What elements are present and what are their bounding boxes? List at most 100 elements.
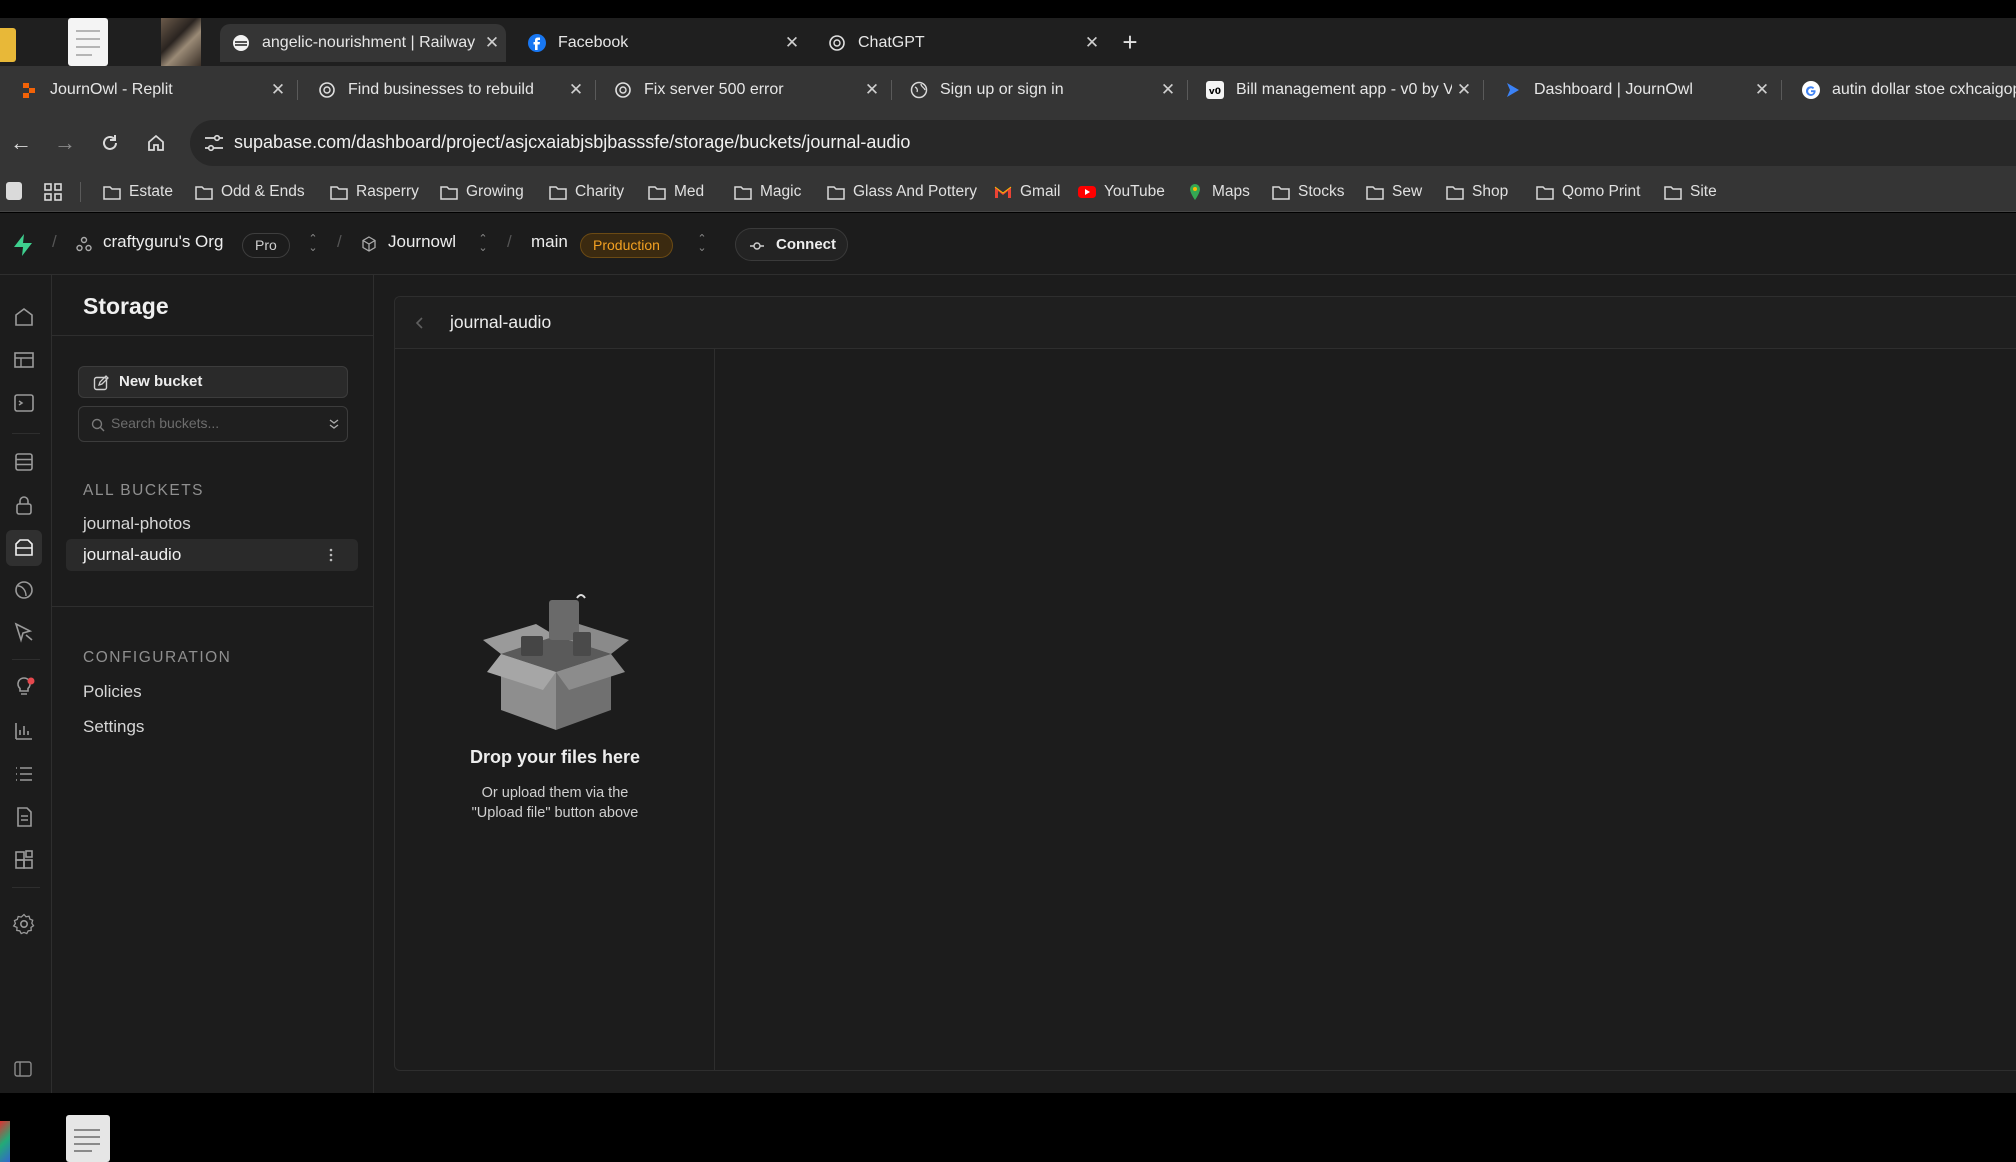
search-buckets-input[interactable]	[111, 415, 311, 431]
site-settings-icon[interactable]	[204, 134, 224, 152]
advisors-icon[interactable]	[12, 675, 36, 699]
settings-gear-icon[interactable]	[12, 912, 36, 936]
edit-icon	[93, 375, 109, 391]
project-box-icon	[362, 236, 376, 252]
bookmark-youtube[interactable]: YouTube	[1078, 180, 1165, 204]
plug-icon	[750, 242, 764, 250]
taskbar-document-icon[interactable]	[66, 1115, 110, 1162]
table-editor-icon[interactable]	[12, 348, 36, 372]
tab-group-row: JournOwl - Replit ✕ Find businesses to r…	[0, 66, 2016, 114]
bookmark-charity[interactable]: Charity	[549, 180, 624, 204]
google-icon	[1802, 81, 1820, 99]
lock-icon[interactable]	[12, 493, 36, 517]
bookmark-estate[interactable]: Estate	[103, 180, 173, 204]
realtime-icon[interactable]	[12, 578, 36, 602]
org-name[interactable]: craftyguru's Org	[103, 232, 223, 252]
document-thumbnail-icon[interactable]	[68, 18, 108, 66]
bookmark-med[interactable]: Med	[648, 180, 704, 204]
branch-switcher-chevron-icon[interactable]: ⌃ ⌄	[696, 234, 708, 254]
new-tab-button[interactable]: +	[1114, 26, 1146, 58]
tab-title: ChatGPT	[858, 34, 925, 51]
close-tab-icon[interactable]: ✕	[1452, 80, 1476, 100]
bookmark-sew[interactable]: Sew	[1366, 180, 1422, 204]
close-tab-icon[interactable]: ✕	[478, 33, 506, 53]
new-bucket-button[interactable]: New bucket	[78, 366, 348, 398]
back-chevron-icon[interactable]	[415, 316, 425, 330]
tab-facebook[interactable]: Facebook ✕	[516, 24, 806, 62]
api-docs-icon[interactable]	[12, 805, 36, 829]
bookmark-label: Med	[674, 183, 705, 200]
apps-grid-icon[interactable]	[44, 183, 62, 201]
file-column[interactable]: Drop your files here Or upload them via …	[395, 349, 715, 1071]
bookmark-qomo-print[interactable]: Qomo Print	[1536, 180, 1640, 204]
database-icon[interactable]	[12, 450, 36, 474]
org-switcher-chevron-icon[interactable]: ⌃ ⌄	[307, 234, 319, 254]
organization-icon	[76, 236, 92, 252]
bookmark-gmail[interactable]: Gmail	[994, 180, 1060, 204]
bookmark-odd-ends[interactable]: Odd & Ends	[195, 180, 305, 204]
bucket-item-journal-photos[interactable]: journal-photos	[83, 514, 191, 534]
sort-chevron-icon[interactable]	[327, 417, 341, 431]
reports-icon[interactable]	[12, 719, 36, 743]
bookmark-maps[interactable]: Maps	[1186, 180, 1250, 204]
tab-title: autin dollar stoe cxhcaigop	[1832, 81, 2016, 98]
more-options-icon[interactable]	[328, 548, 334, 562]
bookmark-shop[interactable]: Shop	[1446, 180, 1508, 204]
close-tab-icon[interactable]: ✕	[1078, 33, 1106, 53]
collapse-sidebar-icon[interactable]	[14, 1061, 32, 1077]
home-icon[interactable]	[12, 305, 36, 329]
logs-icon[interactable]	[12, 762, 36, 786]
connect-button[interactable]: Connect	[735, 228, 848, 261]
supabase-logo-icon[interactable]	[12, 233, 34, 257]
project-header: / craftyguru's Org Pro ⌃ ⌄ / Journowl ⌃ ⌄ …	[0, 213, 2016, 275]
tab-chatgpt[interactable]: ChatGPT ✕	[816, 24, 1106, 62]
bookmark-label: Estate	[129, 183, 173, 200]
bookmark-glass-and-pottery[interactable]: Glass And Pottery	[827, 180, 977, 204]
facebook-icon	[528, 34, 546, 52]
home-icon[interactable]	[146, 133, 166, 153]
policies-link[interactable]: Policies	[83, 682, 142, 702]
storage-nav-item[interactable]	[6, 530, 42, 566]
bookmark-stocks[interactable]: Stocks	[1272, 180, 1345, 204]
bucket-item-journal-audio[interactable]: journal-audio	[66, 539, 358, 571]
close-tab-icon[interactable]: ✕	[1750, 80, 1774, 100]
back-arrow-icon[interactable]: ←	[8, 130, 34, 156]
bookmark-label: Stocks	[1298, 183, 1345, 200]
branch-name[interactable]: main	[531, 232, 568, 252]
tab-title: Sign up or sign in	[940, 81, 1064, 98]
taskbar-app-icon[interactable]	[0, 1121, 10, 1162]
bookmarks-bar: Estate Odd & Ends Rasperry Growing Charity Me…	[0, 172, 2016, 212]
close-tab-icon[interactable]: ✕	[564, 80, 588, 100]
tab-find-businesses[interactable]: Find businesses to rebuild ✕	[318, 72, 596, 108]
bookmark-label: YouTube	[1104, 183, 1165, 200]
tab-fix-server-error[interactable]: Fix server 500 error ✕	[614, 72, 892, 108]
integrations-icon[interactable]	[12, 848, 36, 872]
bookmark-site[interactable]: Site	[1664, 180, 1717, 204]
settings-link[interactable]: Settings	[83, 717, 144, 737]
tab-replit[interactable]: JournOwl - Replit ✕	[20, 72, 298, 108]
project-name[interactable]: Journowl	[388, 232, 456, 252]
project-switcher-chevron-icon[interactable]: ⌃ ⌄	[477, 234, 489, 254]
profile-photo-thumbnail[interactable]	[161, 18, 201, 66]
tab-search-icon[interactable]	[6, 182, 22, 200]
tab-v0[interactable]: v0 Bill management app - v0 by Ve ✕	[1206, 72, 1484, 108]
tab-journowl-dashboard[interactable]: Dashboard | JournOwl ✕	[1504, 72, 1782, 108]
bookmark-rasperry[interactable]: Rasperry	[330, 180, 419, 204]
reload-icon[interactable]	[100, 133, 120, 153]
bucket-search[interactable]	[78, 406, 348, 442]
tab-google-search[interactable]: autin dollar stoe cxhcaigop	[1802, 72, 2016, 108]
forward-arrow-icon[interactable]: →	[52, 130, 78, 156]
bookmark-growing[interactable]: Growing	[440, 180, 524, 204]
bookmark-magic[interactable]: Magic	[734, 180, 801, 204]
url-field[interactable]: supabase.com/dashboard/project/asjcxaiab…	[190, 120, 2016, 166]
folder-icon	[1272, 186, 1290, 200]
close-tab-icon[interactable]: ✕	[860, 80, 884, 100]
close-tab-icon[interactable]: ✕	[778, 33, 806, 53]
tab-sign-in[interactable]: Sign up or sign in ✕	[910, 72, 1188, 108]
close-tab-icon[interactable]: ✕	[1156, 80, 1180, 100]
production-badge: Production	[580, 233, 673, 258]
tab-railway[interactable]: angelic-nourishment | Railway ✕	[220, 24, 506, 62]
edge-functions-icon[interactable]	[12, 620, 36, 644]
sql-editor-icon[interactable]	[12, 391, 36, 415]
close-tab-icon[interactable]: ✕	[266, 80, 290, 100]
